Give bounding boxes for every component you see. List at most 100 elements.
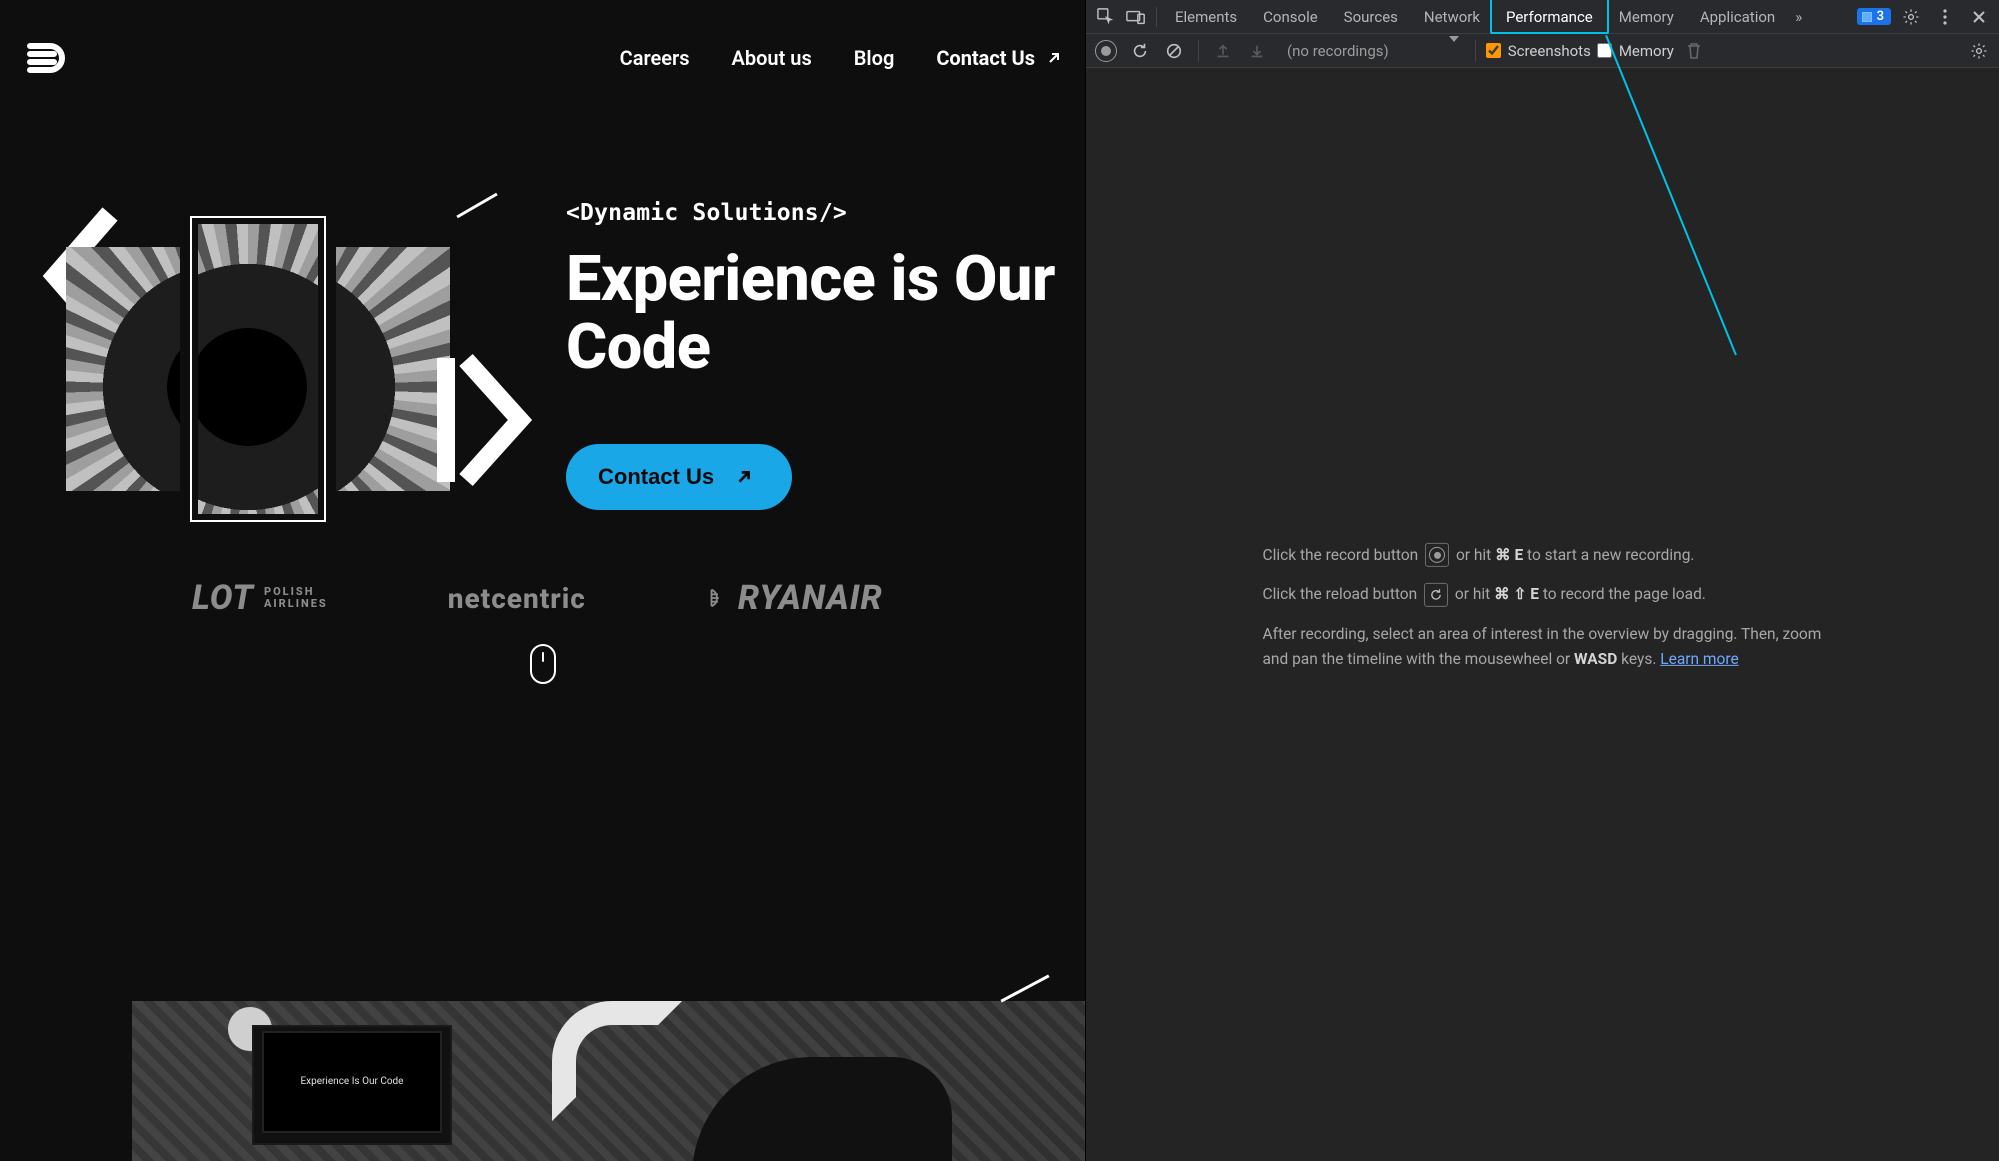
- hero-text: <Dynamic Solutions/> Experience is Our C…: [566, 200, 1055, 540]
- scroll-hint: [0, 644, 1085, 684]
- kebab-icon: [1942, 8, 1948, 26]
- hero-kicker: <Dynamic Solutions/>: [566, 200, 1055, 226]
- mouse-icon: [530, 644, 556, 684]
- office-screen: Experience Is Our Code: [262, 1031, 442, 1133]
- performance-toolbar: (no recordings) Screenshots Memory: [1086, 34, 1999, 68]
- placeholder-text: keys.: [1621, 650, 1660, 668]
- recordings-select[interactable]: (no recordings): [1277, 42, 1465, 60]
- brand-row: LOT POLISH AIRLINES netcentric RYANAIR: [0, 540, 1085, 618]
- tab-console[interactable]: Console: [1251, 0, 1330, 34]
- learn-more-link[interactable]: Learn more: [1660, 650, 1738, 668]
- performance-body: Click the record button or hit ⌘ E to st…: [1086, 68, 1999, 1161]
- nav-contact[interactable]: Contact Us: [936, 46, 1061, 70]
- placeholder-text: Click the record button: [1263, 545, 1423, 563]
- memory-checkbox-input[interactable]: [1597, 43, 1612, 58]
- arrow-up-right-icon: [1047, 51, 1061, 65]
- settings-button[interactable]: [1897, 3, 1925, 31]
- hero-heading: Experience is Our Code: [566, 246, 1055, 382]
- hero-section: <Dynamic Solutions/> Experience is Our C…: [0, 90, 1085, 540]
- record-icon: [1095, 40, 1117, 62]
- placeholder-line-3: After recording, select an area of inter…: [1263, 622, 1823, 673]
- arrow-up-right-icon: [736, 469, 752, 485]
- reload-icon: [1131, 42, 1149, 60]
- clear-button[interactable]: [1160, 37, 1188, 65]
- brand-ryanair-label: RYANAIR: [738, 578, 883, 618]
- nav-blog[interactable]: Blog: [854, 46, 895, 70]
- save-profile-button[interactable]: [1243, 37, 1271, 65]
- tab-network[interactable]: Network: [1412, 0, 1492, 34]
- more-tabs-button[interactable]: »: [1789, 0, 1808, 34]
- nav-contact-label: Contact Us: [936, 46, 1035, 70]
- placeholder-text: to record the page load.: [1543, 585, 1706, 603]
- contact-us-button[interactable]: Contact Us: [566, 444, 792, 510]
- issues-badge[interactable]: 3: [1857, 8, 1891, 25]
- keyboard-shortcut: ⌘ E: [1495, 545, 1523, 563]
- gear-icon: [1902, 8, 1920, 26]
- harp-icon: [706, 587, 728, 609]
- placeholder-line-2: Click the reload button or hit ⌘ ⇧ E to …: [1263, 582, 1823, 608]
- kebab-menu-button[interactable]: [1931, 3, 1959, 31]
- record-button[interactable]: [1092, 37, 1120, 65]
- hero-heading-line1: Experience is Our: [566, 243, 1055, 316]
- nav-about[interactable]: About us: [732, 46, 812, 70]
- hero-heading-line2: Code: [566, 311, 710, 384]
- office-image: Experience Is Our Code: [132, 1001, 1085, 1161]
- load-profile-button[interactable]: [1209, 37, 1237, 65]
- reload-record-button[interactable]: [1126, 37, 1154, 65]
- memory-checkbox[interactable]: Memory: [1597, 42, 1674, 60]
- hero-images: [24, 200, 494, 540]
- main-nav: Careers About us Blog Contact Us: [620, 46, 1061, 70]
- screenshots-checkbox-input[interactable]: [1486, 43, 1501, 58]
- placeholder-text: to start a new recording.: [1527, 545, 1694, 563]
- record-icon-inline: [1425, 543, 1449, 567]
- inspect-element-button[interactable]: [1092, 3, 1120, 31]
- tab-performance[interactable]: Performance: [1494, 0, 1605, 34]
- screenshots-checkbox-label: Screenshots: [1508, 42, 1591, 60]
- devtools-pane: Elements Console Sources Network Perform…: [1085, 0, 1999, 1161]
- nav-careers[interactable]: Careers: [620, 46, 690, 70]
- close-icon: [1972, 10, 1986, 24]
- tab-sources[interactable]: Sources: [1332, 0, 1410, 34]
- placeholder-text: or hit: [1456, 545, 1495, 563]
- website-pane: Careers About us Blog Contact Us: [0, 0, 1085, 1161]
- placeholder-line-1: Click the record button or hit ⌘ E to st…: [1263, 542, 1823, 568]
- placeholder-text: Click the reload button: [1263, 585, 1422, 603]
- decorative-tick: [1000, 974, 1049, 1002]
- garbage-collect-button[interactable]: [1680, 37, 1708, 65]
- office-image-wrap: Experience Is Our Code: [66, 1001, 1046, 1161]
- tab-application[interactable]: Application: [1688, 0, 1787, 34]
- office-lamp: [552, 1001, 682, 1121]
- placeholder-text: or hit: [1455, 585, 1494, 603]
- inspect-icon: [1097, 8, 1115, 26]
- brand-lot-sub2: AIRLINES: [264, 598, 328, 610]
- issues-badge-icon: [1862, 12, 1872, 22]
- close-devtools-button[interactable]: [1965, 3, 1993, 31]
- capture-settings-button[interactable]: [1965, 37, 1993, 65]
- upload-icon: [1214, 42, 1232, 60]
- trash-icon: [1686, 42, 1702, 60]
- hero-image-grid: [66, 224, 466, 514]
- recordings-select-label: (no recordings): [1287, 42, 1389, 60]
- device-toolbar-button[interactable]: [1122, 3, 1150, 31]
- gear-icon: [1970, 42, 1988, 60]
- memory-checkbox-label: Memory: [1619, 42, 1674, 60]
- tab-elements[interactable]: Elements: [1163, 0, 1249, 34]
- screenshots-checkbox[interactable]: Screenshots: [1486, 42, 1591, 60]
- brand-lot-sub: POLISH AIRLINES: [264, 586, 328, 610]
- brand-netcentric: netcentric: [448, 582, 586, 615]
- keyboard-shortcut: WASD: [1574, 650, 1617, 668]
- download-icon: [1248, 42, 1266, 60]
- contact-us-button-label: Contact Us: [598, 464, 714, 490]
- logo-icon: [26, 34, 74, 82]
- hero-image-col-2: [198, 224, 318, 514]
- reload-icon-inline: [1424, 583, 1448, 607]
- tab-memory[interactable]: Memory: [1607, 0, 1686, 34]
- company-logo[interactable]: [24, 32, 76, 84]
- issues-badge-count: 3: [1877, 9, 1884, 24]
- brand-ryanair: RYANAIR: [706, 578, 883, 618]
- brand-lot: LOT POLISH AIRLINES: [192, 578, 328, 618]
- keyboard-shortcut: ⌘ ⇧ E: [1494, 585, 1539, 603]
- office-person-2: [692, 1057, 952, 1161]
- performance-placeholder: Click the record button or hit ⌘ E to st…: [1263, 542, 1823, 686]
- chevron-down-icon: [1449, 42, 1459, 60]
